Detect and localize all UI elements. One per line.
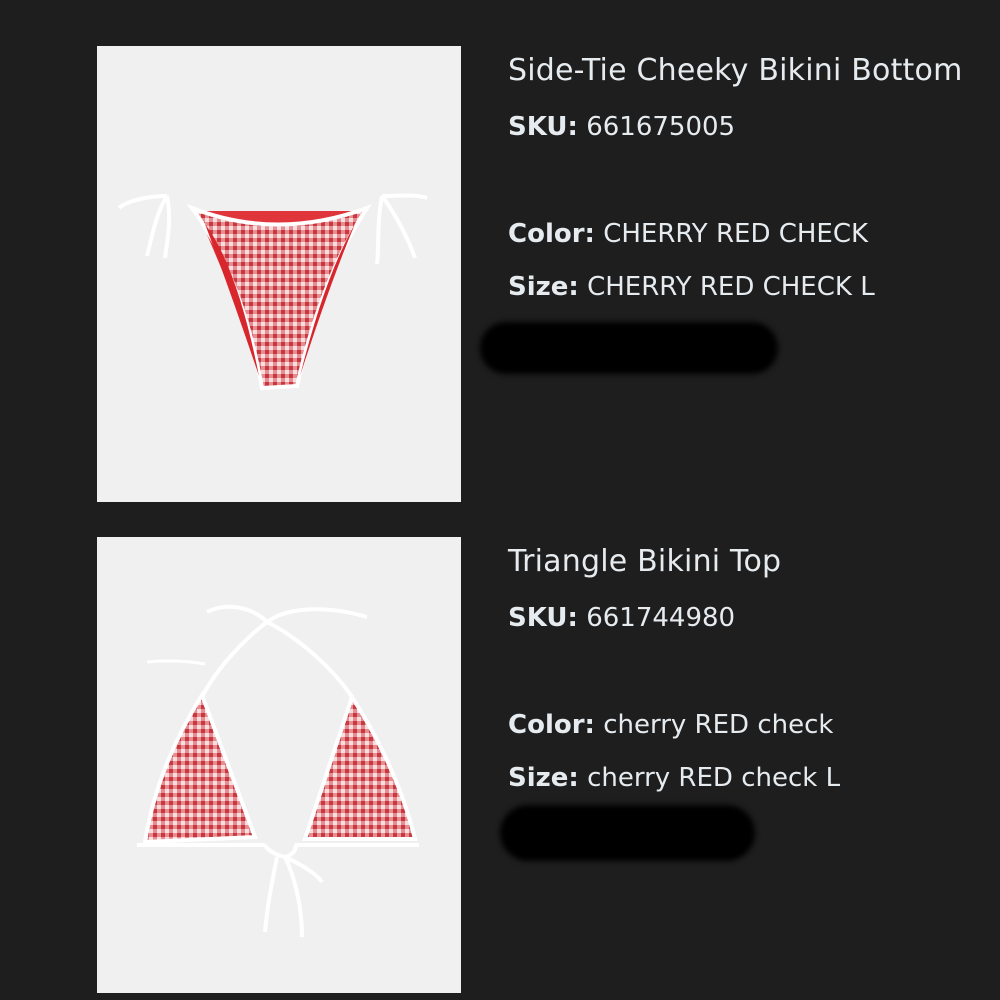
color-row: Color: CHERRY RED CHECK <box>508 221 868 247</box>
bikini-bottom-illustration <box>117 193 428 391</box>
product-image-bikini-top[interactable] <box>97 537 461 993</box>
size-label: Size: <box>508 763 579 793</box>
color-row: Color: cherry RED check <box>508 712 833 738</box>
product-details-bikini-top: Triangle Bikini Top SKU: 661744980 Color… <box>508 547 988 792</box>
size-value: CHERRY RED CHECK L <box>587 272 875 302</box>
sku-label: SKU: <box>508 112 578 142</box>
size-label: Size: <box>508 272 579 302</box>
color-value: cherry RED check <box>603 710 834 740</box>
product-title[interactable]: Side-Tie Cheeky Bikini Bottom <box>508 56 988 86</box>
color-label: Color: <box>508 710 595 740</box>
redaction-mark <box>480 322 778 374</box>
product-details-bikini-bottom: Side-Tie Cheeky Bikini Bottom SKU: 66167… <box>508 56 988 301</box>
size-row: Size: cherry RED check L <box>508 765 840 791</box>
sku-value: 661744980 <box>586 603 736 633</box>
redaction-mark <box>500 805 755 861</box>
sku-value: 661675005 <box>586 112 736 142</box>
size-row: Size: CHERRY RED CHECK L <box>508 274 875 300</box>
color-value: CHERRY RED CHECK <box>603 219 869 249</box>
color-label: Color: <box>508 219 595 249</box>
sku-row: SKU: 661675005 <box>508 114 735 140</box>
product-title[interactable]: Triangle Bikini Top <box>508 547 988 577</box>
bikini-top-illustration <box>137 604 419 938</box>
sku-row: SKU: 661744980 <box>508 605 735 631</box>
sku-label: SKU: <box>508 603 578 633</box>
product-image-bikini-bottom[interactable] <box>97 46 461 502</box>
size-value: cherry RED check L <box>587 763 841 793</box>
